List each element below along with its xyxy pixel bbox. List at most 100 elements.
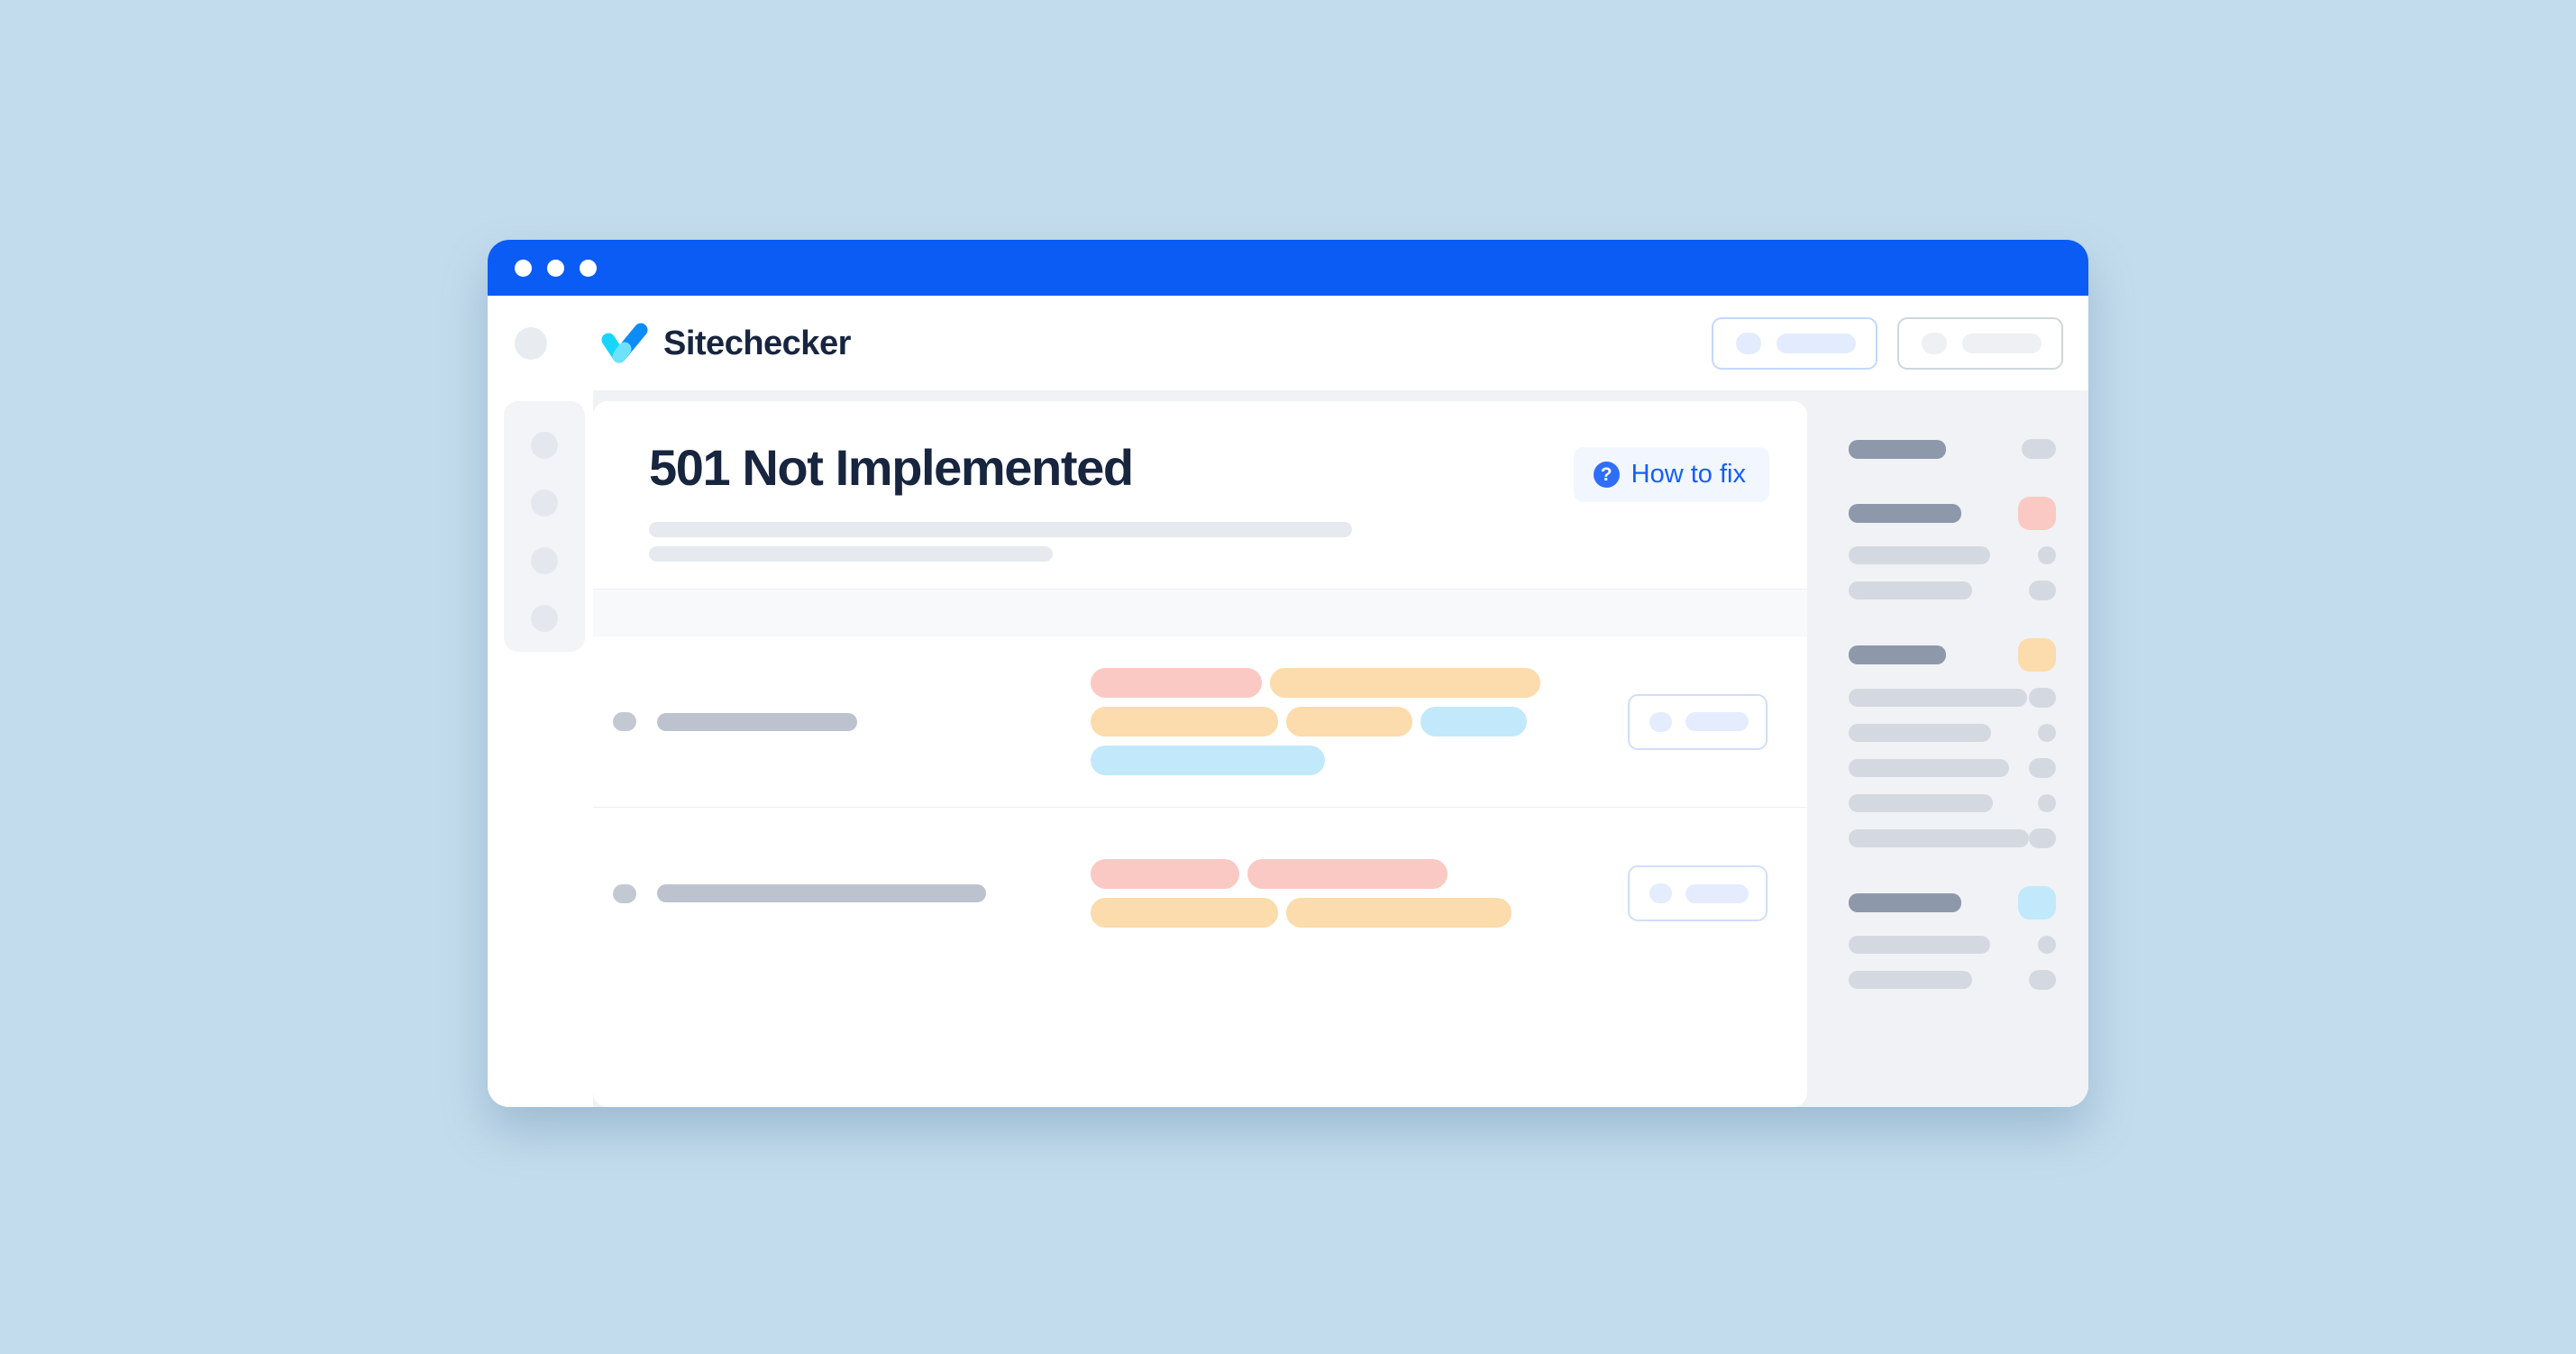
sidebar-item-icon-1[interactable] xyxy=(531,432,558,459)
sidebar-line-label xyxy=(1849,893,1961,912)
app-body: 501 Not Implemented ? How to fix xyxy=(488,390,2088,1107)
brand-logo[interactable]: Sitechecker xyxy=(601,322,851,365)
sitechecker-check-icon xyxy=(601,322,649,365)
sidebar-line-label xyxy=(1849,645,1946,664)
right-sidebar xyxy=(1823,401,2088,1107)
tag-line xyxy=(1091,898,1628,928)
tag-pill[interactable] xyxy=(1420,707,1527,736)
row-action-button-1[interactable] xyxy=(1628,693,1768,750)
sidebar-line-badge xyxy=(2029,758,2056,778)
window-close-dot[interactable] xyxy=(515,259,532,277)
content-area: 501 Not Implemented ? How to fix xyxy=(593,390,2088,1107)
row-tag-grid xyxy=(1091,668,1628,775)
sidebar-line[interactable] xyxy=(1849,936,2056,954)
button-label-placeholder xyxy=(1962,333,2042,353)
table-header-band xyxy=(593,589,1807,636)
sidebar-line[interactable] xyxy=(1849,794,2056,812)
sidebar-line-label xyxy=(1849,689,2027,707)
button-label-placeholder xyxy=(1685,712,1749,731)
sidebar-line-label xyxy=(1849,936,1990,954)
issue-row-1[interactable] xyxy=(593,636,1807,808)
page-title: 501 Not Implemented xyxy=(649,439,1134,496)
button-icon-placeholder xyxy=(1922,332,1947,354)
sidebar-line-badge xyxy=(2029,581,2056,600)
main-card: 501 Not Implemented ? How to fix xyxy=(593,401,1807,1107)
row-tag-grid xyxy=(1091,859,1628,928)
issue-row-2[interactable] xyxy=(593,808,1807,979)
sidebar-line[interactable] xyxy=(1849,724,2056,742)
tag-pill[interactable] xyxy=(1091,898,1278,928)
left-sidebar xyxy=(488,390,593,1107)
sidebar-line-badge xyxy=(2029,688,2056,708)
browser-window: Sitechecker 501 Not Implemented ? How to… xyxy=(488,240,2088,1107)
row-marker-icon xyxy=(613,883,636,903)
how-to-fix-button[interactable]: ? How to fix xyxy=(1573,447,1769,502)
button-label-placeholder xyxy=(1685,883,1749,903)
sidebar-line-badge xyxy=(2018,886,2056,919)
sidebar-line-badge xyxy=(2038,546,2056,564)
how-to-fix-label: How to fix xyxy=(1631,460,1746,489)
sidebar-group-3 xyxy=(1849,638,2056,848)
row-label-placeholder xyxy=(657,884,986,902)
header-actions xyxy=(1712,316,2063,370)
app-header: Sitechecker xyxy=(488,296,2088,390)
sidebar-line[interactable] xyxy=(1849,638,2056,672)
issue-row-list xyxy=(593,636,1807,979)
sidebar-line-label xyxy=(1849,724,1991,742)
sidebar-line-badge xyxy=(2018,638,2056,672)
sidebar-line[interactable] xyxy=(1849,970,2056,990)
tag-line xyxy=(1091,707,1628,736)
tag-pill[interactable] xyxy=(1286,707,1412,736)
sidebar-item-icon-2[interactable] xyxy=(531,489,558,517)
sidebar-group-4 xyxy=(1849,886,2056,990)
tag-pill[interactable] xyxy=(1091,707,1278,736)
sidebar-line[interactable] xyxy=(1849,581,2056,600)
button-icon-placeholder xyxy=(1649,711,1672,732)
browser-titlebar xyxy=(488,240,2088,296)
description-skeleton xyxy=(649,522,1769,589)
sidebar-line-badge xyxy=(2038,724,2056,742)
sidebar-line-label xyxy=(1849,546,1990,564)
button-icon-placeholder xyxy=(1736,332,1761,354)
sidebar-line[interactable] xyxy=(1849,758,2056,778)
sidebar-line-badge xyxy=(2022,439,2056,459)
tag-pill[interactable] xyxy=(1270,668,1540,698)
sidebar-line[interactable] xyxy=(1849,828,2056,848)
sidebar-line[interactable] xyxy=(1849,497,2056,530)
tag-line xyxy=(1091,859,1628,889)
tag-line xyxy=(1091,668,1628,698)
left-sidebar-panel xyxy=(504,401,585,652)
tag-pill[interactable] xyxy=(1091,668,1262,698)
secondary-placeholder-button[interactable] xyxy=(1897,316,2063,370)
row-action-button-2[interactable] xyxy=(1628,865,1768,921)
row-label-area xyxy=(613,883,1091,903)
menu-toggle-placeholder[interactable] xyxy=(515,326,547,360)
tag-pill[interactable] xyxy=(1247,859,1448,889)
sidebar-item-icon-4[interactable] xyxy=(531,605,558,632)
row-label-area xyxy=(613,712,1091,731)
window-maximize-dot[interactable] xyxy=(580,259,597,277)
window-minimize-dot[interactable] xyxy=(547,259,564,277)
tag-pill[interactable] xyxy=(1286,898,1512,928)
row-marker-icon xyxy=(613,712,636,731)
tag-pill[interactable] xyxy=(1091,746,1325,775)
sidebar-line-label xyxy=(1849,581,1972,599)
description-line-2 xyxy=(649,546,1053,562)
sidebar-line-label xyxy=(1849,794,1993,812)
sidebar-line[interactable] xyxy=(1849,688,2056,708)
sidebar-line[interactable] xyxy=(1849,546,2056,564)
button-label-placeholder xyxy=(1777,333,1856,353)
sidebar-item-icon-3[interactable] xyxy=(531,547,558,574)
tag-pill[interactable] xyxy=(1091,859,1239,889)
primary-placeholder-button[interactable] xyxy=(1712,316,1877,370)
sidebar-line[interactable] xyxy=(1849,886,2056,919)
sidebar-line-badge xyxy=(2029,828,2056,848)
sidebar-line-label xyxy=(1849,971,1972,989)
tag-line xyxy=(1091,746,1628,775)
sidebar-line[interactable] xyxy=(1849,439,2056,459)
sidebar-line-badge xyxy=(2029,970,2056,990)
sidebar-group-2 xyxy=(1849,497,2056,600)
sidebar-line-badge xyxy=(2018,497,2056,530)
card-header: 501 Not Implemented ? How to fix xyxy=(593,401,1807,589)
row-label-placeholder xyxy=(657,712,857,731)
